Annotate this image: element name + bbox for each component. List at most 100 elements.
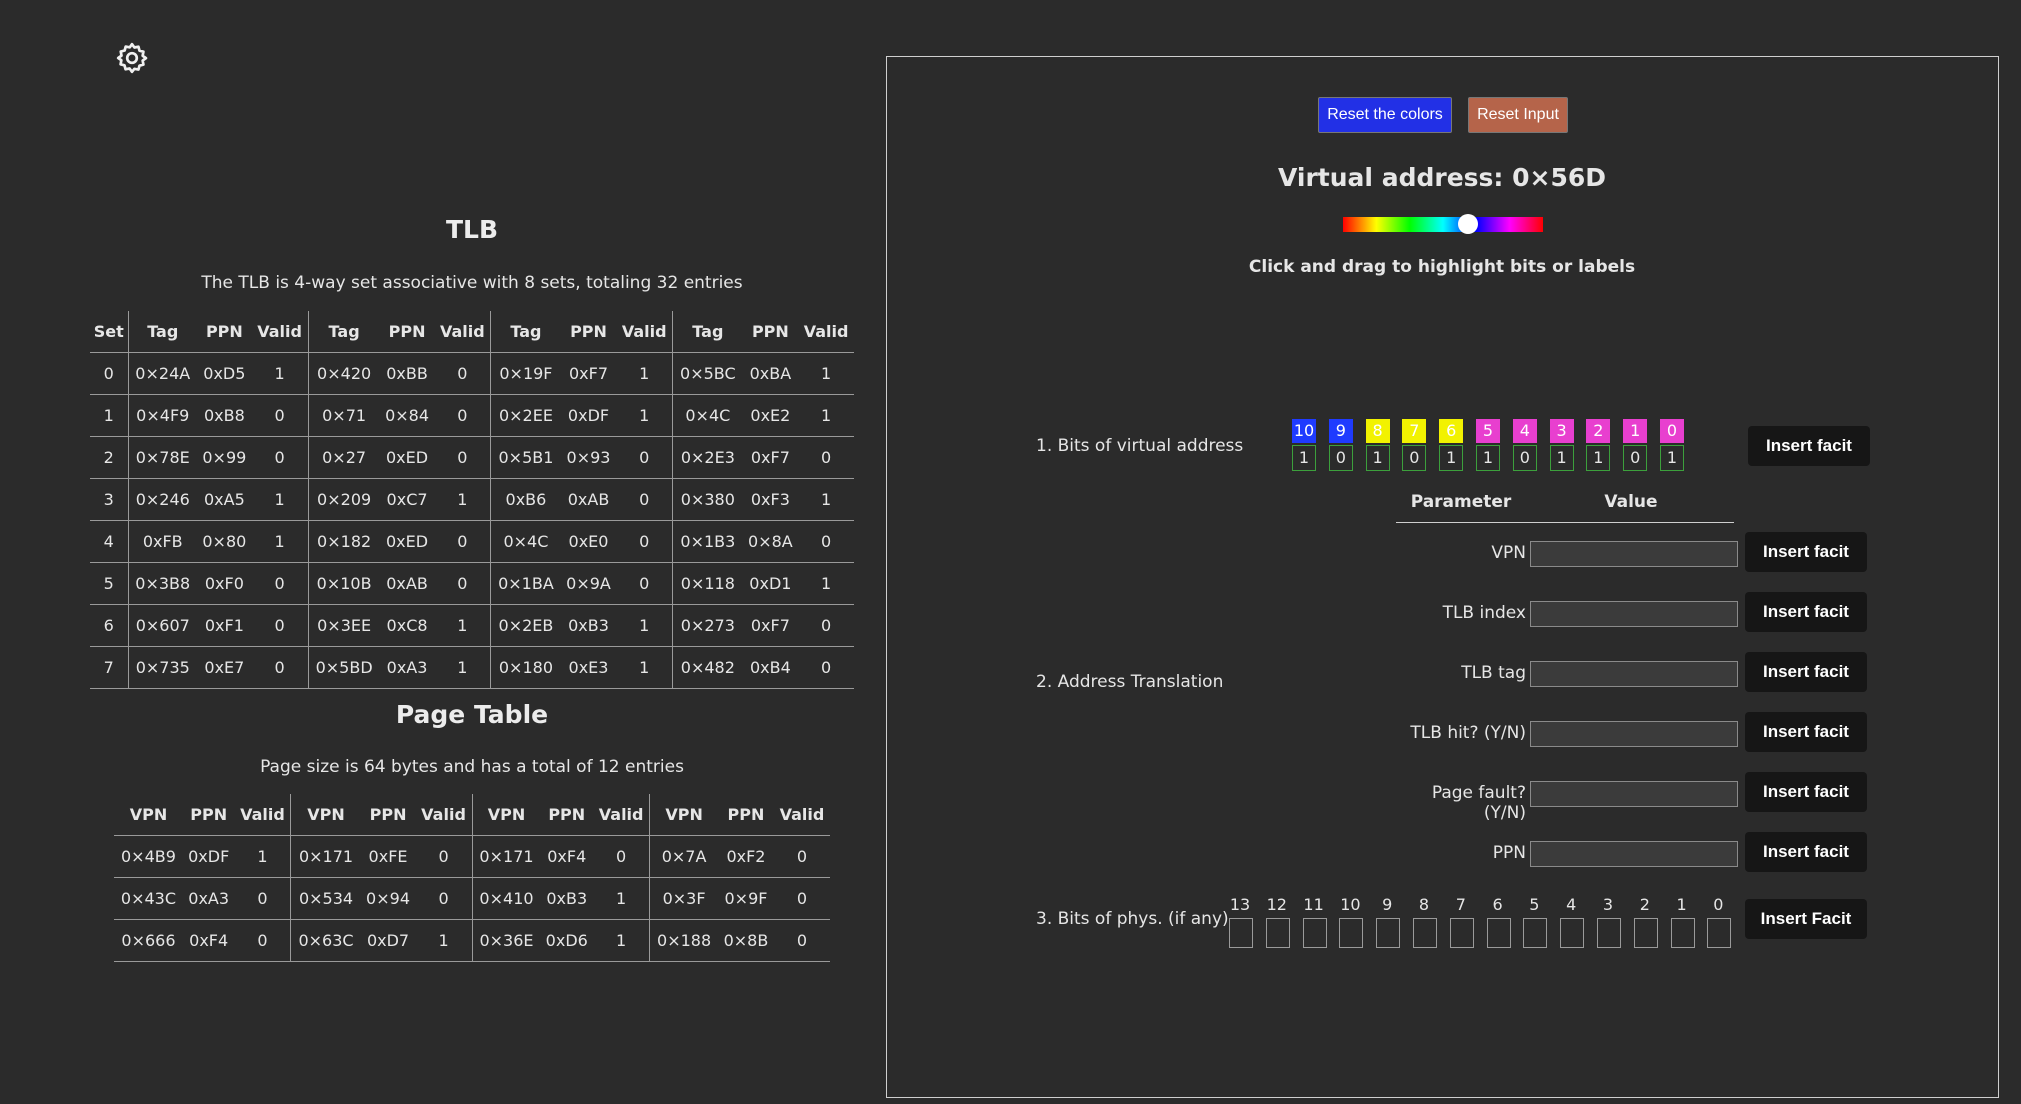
virtual-bit-value[interactable]: 0 <box>1623 445 1648 471</box>
tlb-cell: 5 <box>90 562 128 605</box>
phys-bit-box[interactable] <box>1486 918 1511 948</box>
tlb-cell: 0×182 <box>307 520 380 563</box>
tlb-header-cell: PPN <box>560 311 617 353</box>
tlb-cell: 0 <box>251 646 309 689</box>
virtual-bit-label[interactable]: 5 <box>1476 419 1500 443</box>
tlb-cell: 0×3B8 <box>127 562 197 605</box>
tlb-cell: 0 <box>798 646 854 689</box>
virtual-bit-label[interactable]: 0 <box>1660 419 1684 443</box>
phys-bit-box[interactable] <box>1707 918 1732 948</box>
tlb-cell: 0×80 <box>197 520 252 563</box>
virtual-bit-value[interactable]: 1 <box>1439 445 1464 471</box>
tlb-cell: 0xDF <box>560 394 617 437</box>
phys-bit-box[interactable] <box>1376 918 1401 948</box>
param-input-page-fault-y-n[interactable] <box>1530 781 1738 807</box>
virtual-bit-value[interactable]: 1 <box>1586 445 1611 471</box>
table-row: 7 0×735 0xE7 0 0×5BD 0xA3 1 0×180 0xE3 1 0×482 0xB4… <box>90 646 854 689</box>
tlb-cell: 0×4F9 <box>127 394 197 437</box>
param-label: Page fault? (Y/N) <box>1431 783 1526 823</box>
tlb-header-cell: Set <box>90 311 128 353</box>
insert-facit-button[interactable]: Insert facit <box>1745 532 1867 572</box>
settings-gear-icon[interactable] <box>114 40 150 76</box>
virtual-bit-label[interactable]: 3 <box>1549 419 1574 443</box>
insert-facit-button[interactable]: Insert facit <box>1745 652 1867 692</box>
tlb-cell: 0xFB <box>127 520 197 563</box>
tlb-cell: 0 <box>251 562 309 605</box>
tlb-title: TLB <box>445 215 499 244</box>
param-label: TLB hit? (Y/N) <box>1410 723 1526 743</box>
virtual-bit-label[interactable]: 9 <box>1328 419 1353 443</box>
phys-bit-box[interactable] <box>1523 918 1548 948</box>
phys-bit-box[interactable] <box>1229 918 1253 948</box>
phys-bit-box[interactable] <box>1265 918 1290 948</box>
tlb-cell: 1 <box>251 478 309 521</box>
param-input-tlb-hit-y-n[interactable] <box>1530 721 1738 747</box>
insert-facit-button[interactable]: Insert facit <box>1745 592 1867 632</box>
virtual-bit-value[interactable]: 0 <box>1402 445 1427 471</box>
reset-input-button[interactable]: Reset Input <box>1468 97 1568 133</box>
page-table-cell: 0 <box>773 919 830 962</box>
insert-facit-button[interactable]: Insert facit <box>1745 772 1867 812</box>
insert-facit-button[interactable]: Insert facit <box>1745 832 1867 872</box>
tlb-cell: 1 <box>434 604 491 647</box>
virtual-bit-label[interactable]: 1 <box>1623 419 1648 443</box>
page-table-header-cell: VPN <box>290 794 361 836</box>
tlb-header-cell: Tag <box>672 311 743 353</box>
phys-bit-box[interactable] <box>1339 918 1364 948</box>
virtual-bit-label[interactable]: 4 <box>1512 419 1537 443</box>
insert-facit-phys-bits-button[interactable]: Insert Facit <box>1745 899 1867 939</box>
phys-bit-box[interactable] <box>1560 918 1585 948</box>
virtual-bit-label[interactable]: 7 <box>1402 419 1427 443</box>
tlb-cell: 0xB8 <box>197 394 252 437</box>
param-input-tlb-index[interactable] <box>1530 601 1738 627</box>
virtual-bit-value[interactable]: 1 <box>1660 445 1684 471</box>
phys-bit-box[interactable] <box>1670 918 1695 948</box>
virtual-bit-value[interactable]: 1 <box>1476 445 1500 471</box>
virtual-bit-label[interactable]: 10 <box>1292 419 1316 443</box>
param-input-vpn[interactable] <box>1530 541 1738 567</box>
tlb-cell: 1 <box>798 478 854 521</box>
tlb-cell: 0xA5 <box>197 478 252 521</box>
phys-bit-label: 11 <box>1303 895 1324 914</box>
tlb-cell: 0 <box>434 562 491 605</box>
hue-slider[interactable] <box>1343 217 1543 232</box>
virtual-bit-value[interactable]: 1 <box>1549 445 1574 471</box>
virtual-bit-value[interactable]: 0 <box>1328 445 1353 471</box>
page-table-cell: 0×534 <box>290 877 361 920</box>
param-input-ppn[interactable] <box>1530 841 1738 867</box>
page-table-header-cell: PPN <box>540 794 594 836</box>
tlb-cell: 0×5B1 <box>490 436 561 479</box>
page-table-cell: 0xF4 <box>182 919 235 962</box>
page-table-header-cell: Valid <box>234 794 291 836</box>
reset-colors-button[interactable]: Reset the colors <box>1318 97 1452 133</box>
tlb-cell: 0xB4 <box>742 646 799 689</box>
phys-bit-box[interactable] <box>1597 918 1621 948</box>
virtual-bit-value[interactable]: 1 <box>1292 445 1316 471</box>
page-table-header-cell: VPN <box>649 794 718 836</box>
virtual-bit-value[interactable]: 0 <box>1512 445 1537 471</box>
tlb-cell: 0 <box>616 520 673 563</box>
phys-bit-box[interactable] <box>1413 918 1437 948</box>
tlb-cell: 0×5BD <box>307 646 380 689</box>
phys-bit-box[interactable] <box>1302 918 1327 948</box>
virtual-bit-label[interactable]: 6 <box>1439 419 1464 443</box>
tlb-cell: 0×246 <box>127 478 197 521</box>
page-table-header-cell: Valid <box>415 794 473 836</box>
param-input-tlb-tag[interactable] <box>1530 661 1738 687</box>
tlb-cell: 0×19F <box>490 352 561 395</box>
tlb-cell: 0xF0 <box>197 562 252 605</box>
tlb-cell: 1 <box>798 394 854 437</box>
virtual-bit-label[interactable]: 8 <box>1365 419 1390 443</box>
phys-bit-box[interactable] <box>1633 918 1658 948</box>
virtual-bit-label[interactable]: 2 <box>1586 419 1611 443</box>
insert-facit-virtual-bits-button[interactable]: Insert facit <box>1748 426 1870 466</box>
page-table-header-cell: Valid <box>593 794 650 836</box>
tlb-cell: 0 <box>434 352 491 395</box>
phys-bit-label: 8 <box>1418 895 1430 914</box>
tlb-header-cell: Valid <box>616 311 673 353</box>
insert-facit-button[interactable]: Insert facit <box>1745 712 1867 752</box>
hue-slider-thumb[interactable] <box>1458 214 1478 234</box>
phys-bit-box[interactable] <box>1449 918 1474 948</box>
tlb-cell: 0×482 <box>672 646 743 689</box>
virtual-bit-value[interactable]: 1 <box>1365 445 1390 471</box>
